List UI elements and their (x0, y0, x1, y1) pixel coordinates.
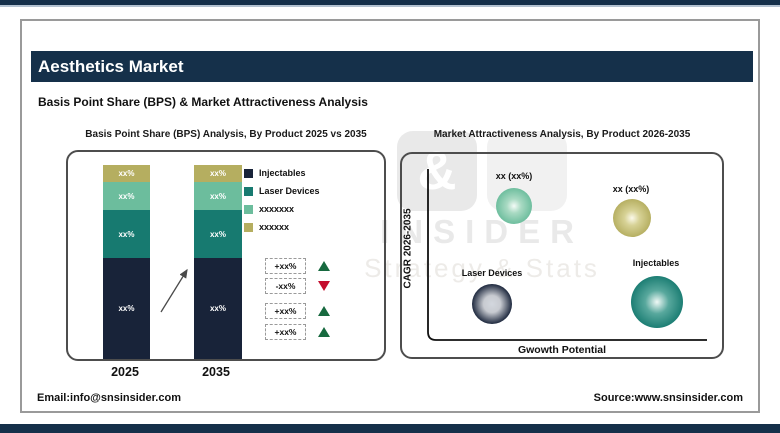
y-axis-label: CAGR 2026-2035 (403, 179, 414, 319)
bar-2025: xx% xx% xx% xx% (103, 165, 150, 359)
swatch-injectables (244, 169, 253, 178)
bottom-brand-strip (0, 424, 780, 433)
bar-2035-segment-laser-devices: xx% (194, 210, 242, 258)
swatch-xxxxxxx (244, 205, 253, 214)
triangle-down-icon (318, 281, 330, 291)
segment-value: xx% (210, 192, 226, 201)
bubble-label-xx-olive: xx (xx%) (613, 184, 650, 194)
bar-2035-segment-xxxxxx: xx% (194, 165, 242, 182)
footer-source: Source:www.snsinsider.com (594, 392, 743, 404)
segment-value: xx% (118, 192, 134, 201)
change-indicator-2: -xx% (265, 278, 330, 294)
change-value-box: +xx% (265, 303, 306, 319)
swatch-xxxxxx (244, 223, 253, 232)
triangle-up-icon (318, 306, 330, 316)
change-indicator-1: +xx% (265, 258, 330, 274)
bubble-laser-devices (472, 284, 512, 324)
bps-panel: xx% xx% xx% xx% xx% xx% xx% xx% Injectab… (66, 150, 386, 361)
x-tick-2035: 2035 (186, 365, 246, 379)
triangle-up-icon (318, 261, 330, 271)
footer-email: Email:info@snsinsider.com (37, 392, 181, 404)
change-indicator-4: +xx% (265, 324, 330, 340)
bps-legend: Injectables Laser Devices xxxxxxx xxxxxx (244, 168, 320, 232)
segment-value: xx% (210, 169, 226, 178)
change-value-box: -xx% (265, 278, 306, 294)
bubble-injectables (631, 276, 683, 328)
bar-2025-segment-xxxxxx: xx% (103, 165, 150, 182)
bar-2025-segment-xxxxxxx: xx% (103, 182, 150, 210)
legend-item-xxxxxxx: xxxxxxx (244, 204, 320, 214)
bubble-label-xx-green: xx (xx%) (496, 171, 533, 181)
change-value-box: +xx% (265, 324, 306, 340)
bubble-green (496, 188, 532, 224)
legend-item-xxxxxx: xxxxxx (244, 222, 320, 232)
segment-value: xx% (118, 304, 134, 313)
bar-2025-segment-laser-devices: xx% (103, 210, 150, 258)
change-value-box: +xx% (265, 258, 306, 274)
page-title: Aesthetics Market (38, 57, 184, 77)
x-axis-label: Gwowth Potential (462, 344, 662, 356)
x-tick-2025: 2025 (95, 365, 155, 379)
maa-panel: CAGR 2026-2035 Gwowth Potential xx (xx%)… (400, 152, 724, 359)
legend-label: xxxxxx (259, 222, 289, 232)
bar-2035-segment-xxxxxxx: xx% (194, 182, 242, 210)
page-subtitle: Basis Point Share (BPS) & Market Attract… (38, 95, 368, 109)
bar-2035-segment-injectables: xx% (194, 258, 242, 359)
bubble-olive (613, 199, 651, 237)
segment-value: xx% (210, 304, 226, 313)
report-card: & INSIDER Strategy & Stats Aesthetics Ma… (20, 19, 760, 413)
legend-label: xxxxxxx (259, 204, 294, 214)
bar-2025-segment-injectables: xx% (103, 258, 150, 359)
bar-2035: xx% xx% xx% xx% (194, 165, 242, 359)
legend-item-injectables: Injectables (244, 168, 320, 178)
change-indicator-3: +xx% (265, 303, 330, 319)
segment-value: xx% (210, 230, 226, 239)
segment-value: xx% (118, 230, 134, 239)
legend-label: Injectables (259, 168, 306, 178)
segment-value: xx% (118, 169, 134, 178)
maa-chart-title: Market Attractiveness Analysis, By Produ… (400, 129, 724, 140)
swatch-laser-devices (244, 187, 253, 196)
bubble-label-laser-devices: Laser Devices (462, 268, 523, 278)
bubble-label-injectables: Injectables (633, 258, 680, 268)
growth-arrow-icon (151, 260, 195, 320)
top-accent-line (0, 5, 780, 7)
legend-item-laser-devices: Laser Devices (244, 186, 320, 196)
title-bar: Aesthetics Market (31, 51, 753, 82)
legend-label: Laser Devices (259, 186, 320, 196)
bps-chart-title: Basis Point Share (BPS) Analysis, By Pro… (66, 129, 386, 140)
triangle-up-icon (318, 327, 330, 337)
